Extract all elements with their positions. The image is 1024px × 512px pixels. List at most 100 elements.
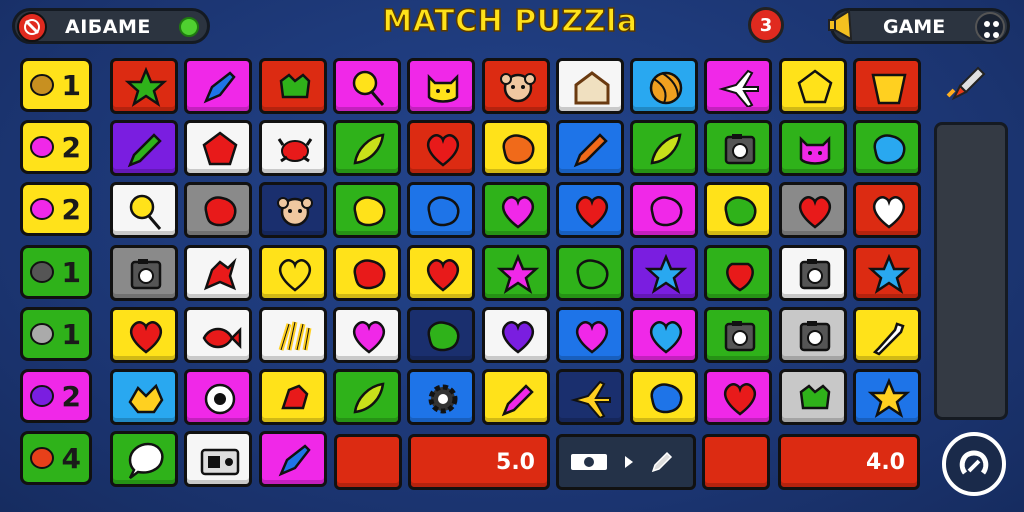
tile-star[interactable] [482,245,550,301]
tile-heart[interactable] [556,307,624,363]
tile-blob[interactable] [630,369,698,425]
tile-eye[interactable] [184,369,252,425]
leaf-icon [353,382,385,414]
magnet-button[interactable] [942,432,1006,496]
tile-star[interactable] [630,245,698,301]
tile-heart[interactable] [630,307,698,363]
tile-pencil[interactable] [556,120,624,176]
tile-rocket[interactable] [259,431,327,487]
tile-frog[interactable] [779,369,847,425]
tile-blob[interactable] [482,120,550,176]
tile-star[interactable] [110,58,178,114]
tile-house[interactable] [556,58,624,114]
progress-bar [934,122,1008,420]
radio-icon [200,448,240,476]
tile-blob[interactable] [853,120,921,176]
star-icon [867,378,911,418]
rocket-icon[interactable] [944,60,992,108]
tile-heart[interactable] [556,182,624,238]
tile-rocket[interactable] [184,58,252,114]
eye-icon [204,383,236,415]
tile-radio[interactable] [184,431,252,487]
tile-pentagon[interactable] [184,120,252,176]
page-title: MATCH PUZZla [382,3,638,40]
tile-cup[interactable] [853,58,921,114]
tile-heart[interactable] [407,245,475,301]
tile-pencil[interactable] [110,120,178,176]
tile-heart[interactable] [482,182,550,238]
pencil-icon[interactable] [649,449,675,475]
slot-value-text: 4.0 [866,449,905,475]
tile-camera[interactable] [704,307,772,363]
tile-blob[interactable] [184,182,252,238]
blob-icon [353,196,386,227]
tile-heart[interactable] [853,182,921,238]
tile-lollipop[interactable] [110,182,178,238]
tile-fish[interactable] [184,307,252,363]
tile-bug[interactable] [259,369,327,425]
tile-leaf[interactable] [630,120,698,176]
tile-cat[interactable] [779,120,847,176]
tile-bottle[interactable] [853,307,921,363]
slot-value-text: 5.0 [496,449,535,475]
blob-icon [30,198,54,220]
tile-gear[interactable] [407,369,475,425]
tile-heart[interactable] [333,307,401,363]
tile-blob[interactable] [407,182,475,238]
slot-value-2[interactable]: 4.0 [778,434,920,490]
tile-bird[interactable] [110,369,178,425]
tile-pentagon[interactable] [779,58,847,114]
score-value: 2 [61,130,81,164]
tile-camera[interactable] [110,245,178,301]
tile-heart[interactable] [110,307,178,363]
tile-lollipop[interactable] [333,58,401,114]
tile-leaf[interactable] [333,369,401,425]
tile-camera[interactable] [779,307,847,363]
tile-heart[interactable] [407,120,475,176]
tile-monkey[interactable] [482,58,550,114]
tile-blob[interactable] [407,307,475,363]
tile-heart[interactable] [259,245,327,301]
online-status-icon [179,17,199,37]
tile-fries[interactable] [259,307,327,363]
slot-value-1[interactable]: 5.0 [408,434,550,490]
tile-camera[interactable] [779,245,847,301]
strawberry-icon [726,262,754,292]
tile-blob[interactable] [333,245,401,301]
tile-heart[interactable] [704,369,772,425]
empty-slot[interactable] [702,434,770,490]
heart-icon [649,321,683,354]
tile-dragon[interactable] [184,245,252,301]
tile-star[interactable] [853,369,921,425]
tile-bubble[interactable] [110,431,178,487]
blob-icon [650,383,683,414]
tile-monkey[interactable] [259,182,327,238]
player-pill[interactable]: AIБAME [12,8,210,44]
tile-blob[interactable] [556,245,624,301]
bug-icon [281,384,309,410]
play-icon[interactable] [623,454,635,470]
help-button[interactable]: 3 [748,7,784,43]
fries-icon [278,321,312,351]
tile-leaf[interactable] [333,120,401,176]
camera-icon[interactable] [569,450,609,474]
tile-blob[interactable] [630,182,698,238]
game-menu-pill[interactable]: GAME [828,8,1010,44]
tile-camera[interactable] [704,120,772,176]
tile-heart[interactable] [779,182,847,238]
tile-plane[interactable] [704,58,772,114]
tile-crab[interactable] [259,120,327,176]
tile-strawberry[interactable] [704,245,772,301]
tile-blob[interactable] [704,182,772,238]
tile-heart[interactable] [482,307,550,363]
camera-icon [130,259,162,290]
tile-blob[interactable] [333,182,401,238]
tile-star[interactable] [853,245,921,301]
tile-frog[interactable] [259,58,327,114]
tile-cat[interactable] [407,58,475,114]
tile-crayon[interactable] [482,369,550,425]
grid-menu-icon[interactable] [975,12,1005,42]
empty-slot[interactable] [334,434,402,490]
tile-plane[interactable] [556,369,624,425]
tile-ball[interactable] [630,58,698,114]
